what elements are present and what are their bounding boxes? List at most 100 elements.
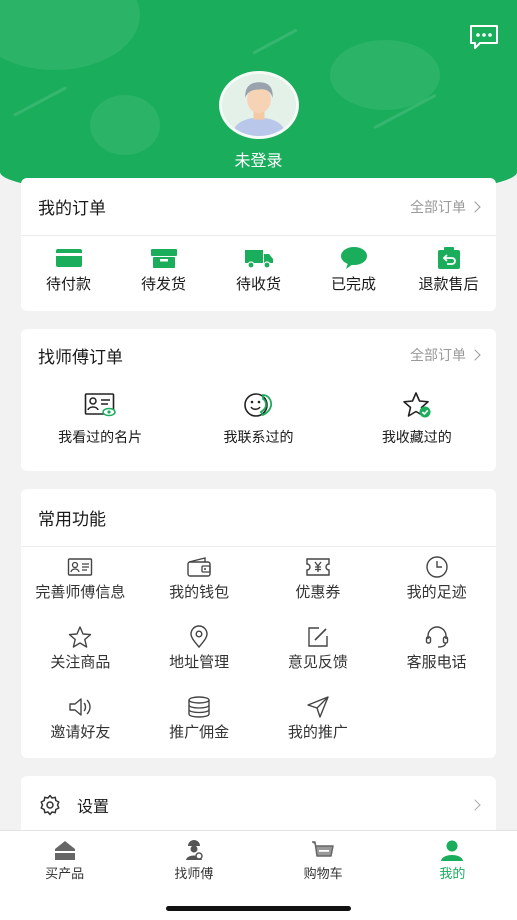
message-button[interactable] (468, 24, 500, 50)
function-label: 优惠券 (295, 583, 341, 601)
header-decoration (12, 86, 68, 117)
all-orders-link[interactable]: 全部订单 (410, 197, 481, 217)
function-label: 我的推广 (287, 723, 348, 741)
my-promotion[interactable]: 我的推广 (259, 695, 378, 765)
truck-icon (244, 250, 273, 269)
tab-mine[interactable]: 我的 (388, 831, 517, 920)
order-item-label: 已完成 (330, 275, 376, 293)
feedback[interactable]: 意见反馈 (259, 625, 378, 695)
common-functions-card: 常用功能 完善师傅信息 我的钱包 优惠券 我的足迹 关注商品 地址管理 意见反馈… (21, 489, 496, 758)
master-orders-row: 我看过的名片 我联系过的 我收藏过的 (21, 381, 496, 467)
function-label: 我的钱包 (169, 583, 230, 601)
worker-icon (185, 840, 203, 860)
order-item-label: 待付款 (45, 275, 91, 293)
all-master-orders-link[interactable]: 全部订单 (410, 345, 481, 365)
tab-label: 找师傅 (174, 867, 214, 882)
settings-row[interactable]: 设置 (21, 776, 496, 834)
settings-card: 设置 (21, 776, 496, 836)
my-orders-header: 我的订单 全部订单 (21, 178, 496, 236)
tab-label: 购物车 (303, 867, 343, 882)
cart-icon (312, 841, 334, 857)
master-item-label: 我收藏过的 (381, 430, 452, 446)
tab-label: 我的 (439, 867, 466, 882)
function-label: 关注商品 (50, 653, 111, 671)
function-label: 我的足迹 (406, 583, 467, 601)
order-refund[interactable]: 退款售后 (401, 246, 496, 298)
chat-icon (340, 247, 367, 269)
function-grid: 完善师傅信息 我的钱包 优惠券 我的足迹 关注商品 地址管理 意见反馈 客服电话… (21, 547, 496, 765)
star-check-icon (403, 392, 431, 418)
common-functions-title: 常用功能 (38, 510, 106, 530)
master-orders-card: 找师傅订单 全部订单 我看过的名片 我联系过的 我收藏过的 (21, 329, 496, 471)
header-decoration (0, 0, 140, 70)
all-orders-label: 全部订单 (410, 348, 466, 364)
order-pending-payment[interactable]: 待付款 (21, 246, 116, 298)
address-management[interactable]: 地址管理 (140, 625, 259, 695)
order-item-label: 待发货 (140, 275, 186, 293)
order-status-row: 待付款 待发货 待收货 已完成 退款售后 (21, 236, 496, 298)
all-orders-label: 全部订单 (410, 199, 466, 216)
order-completed[interactable]: 已完成 (306, 246, 401, 298)
contacted-item[interactable]: 我联系过的 (179, 391, 337, 467)
home-indicator (166, 906, 351, 911)
return-icon (437, 247, 460, 269)
edit-icon (308, 627, 328, 647)
tab-label: 买产品 (45, 867, 85, 882)
function-label: 邀请好友 (50, 723, 111, 741)
id-card-icon (68, 558, 93, 576)
wallet-icon (55, 249, 82, 267)
order-item-label: 退款售后 (418, 275, 479, 293)
complete-master-info[interactable]: 完善师傅信息 (21, 555, 140, 625)
box-icon (150, 249, 177, 268)
speaker-icon (69, 698, 92, 716)
function-label: 完善师傅信息 (35, 583, 126, 601)
master-item-label: 我看过的名片 (58, 430, 143, 446)
master-orders-header: 找师傅订单 全部订单 (21, 329, 496, 381)
tab-buy-products[interactable]: 买产品 (0, 831, 129, 920)
my-wallet[interactable]: 我的钱包 (140, 555, 259, 625)
function-label: 意见反馈 (287, 653, 348, 671)
shop-icon (54, 841, 75, 860)
user-icon (441, 840, 464, 861)
chevron-right-icon (469, 200, 481, 213)
coins-icon (188, 696, 210, 718)
invite-friends[interactable]: 邀请好友 (21, 695, 140, 765)
clock-icon (425, 556, 448, 578)
phone-face-icon (244, 393, 273, 417)
coupons[interactable]: 优惠券 (259, 555, 378, 625)
card-eye-icon (84, 393, 116, 417)
my-orders-title: 我的订单 (38, 199, 106, 219)
common-functions-header: 常用功能 (21, 489, 496, 547)
order-item-label: 待收货 (235, 275, 281, 293)
profile-header: 未登录 (0, 0, 517, 200)
favorites-item[interactable]: 我收藏过的 (338, 391, 496, 467)
settings-label: 设置 (77, 797, 110, 816)
header-decoration (90, 95, 160, 155)
star-icon (69, 626, 92, 648)
function-label: 客服电话 (406, 653, 467, 671)
order-pending-receipt[interactable]: 待收货 (211, 246, 306, 298)
send-icon (307, 696, 329, 718)
my-footprint[interactable]: 我的足迹 (377, 555, 496, 625)
default-avatar-icon (222, 74, 296, 136)
function-label: 地址管理 (169, 653, 230, 671)
wallet-icon (187, 557, 211, 577)
promotion-commission[interactable]: 推广佣金 (140, 695, 259, 765)
headset-icon (425, 626, 448, 648)
chat-bubble-icon (470, 25, 498, 49)
avatar[interactable] (219, 71, 299, 139)
coupon-icon (306, 558, 330, 576)
customer-service[interactable]: 客服电话 (377, 625, 496, 695)
master-orders-title: 找师傅订单 (38, 347, 123, 368)
master-item-label: 我联系过的 (223, 430, 294, 446)
header-decoration (252, 28, 298, 55)
location-icon (190, 625, 208, 649)
login-status-text[interactable]: 未登录 (0, 147, 517, 171)
function-label: 推广佣金 (169, 723, 230, 741)
followed-products[interactable]: 关注商品 (21, 625, 140, 695)
chevron-right-icon (469, 799, 481, 811)
viewed-cards-item[interactable]: 我看过的名片 (21, 391, 179, 467)
gear-icon (40, 794, 60, 816)
chevron-right-icon (469, 349, 481, 361)
order-pending-shipment[interactable]: 待发货 (116, 246, 211, 298)
